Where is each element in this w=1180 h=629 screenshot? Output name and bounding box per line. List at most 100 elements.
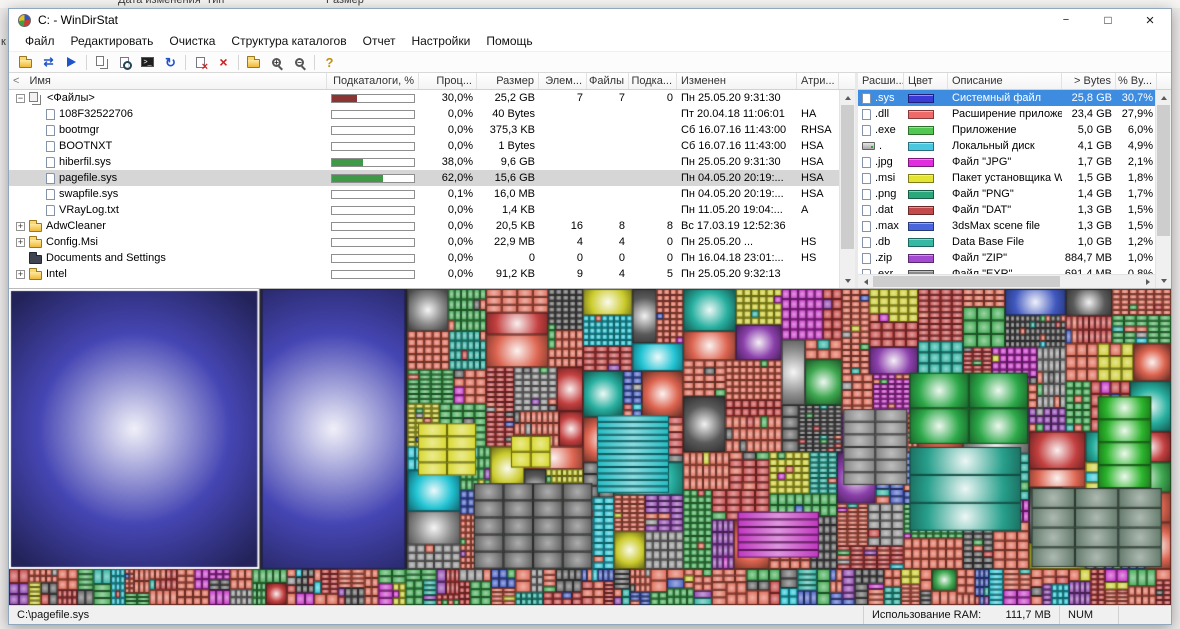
extension-row[interactable]: . Локальный диск 4,1 GB 4,9% [858,138,1171,154]
cell-subdirs: 0 [629,234,677,250]
extension-horizontal-scrollbar[interactable] [858,274,1155,288]
column-header-bar[interactable]: Подкаталоги, % [327,73,419,89]
extension-vertical-scrollbar[interactable] [1155,90,1171,288]
directory-row[interactable]: bootmgr 0,0% 375,3 KB Сб 16.07.16 11:43:00 R… [9,122,855,138]
scroll-track[interactable] [840,105,855,273]
cell-pct: 0,0% [419,250,477,266]
titlebar[interactable]: C: - WinDirStat − □ × [9,9,1171,31]
directory-row[interactable]: 108F32522706 0,0% 40 Bytes Пт 20.04.18 11:0… [9,106,855,122]
column-header-color[interactable]: Цвет [904,73,948,89]
cell-pct: 38,0% [419,154,477,170]
open-folder-button[interactable] [14,52,37,72]
scroll-thumb[interactable] [841,105,854,250]
delete-to-recycle-bin-button[interactable] [189,52,212,73]
column-header-pct[interactable]: % By... [1116,73,1157,89]
scroll-up-button[interactable] [840,90,855,105]
extension-row[interactable]: .db Data Base File 1,0 GB 1,2% [858,234,1171,250]
column-header-size[interactable]: Размер [477,73,539,89]
extension-row[interactable]: .dll Расширение приложения 23,4 GB 27,9% [858,106,1171,122]
help-button[interactable]: ? [318,52,341,72]
extension-row[interactable]: .exe Приложение 5,0 GB 6,0% [858,122,1171,138]
zoom-out-button[interactable]: − [288,52,311,72]
expand-icon[interactable]: + [16,269,25,279]
command-prompt-here-button[interactable] [136,52,159,72]
extension-name: .zip [875,252,893,264]
cell-items: 16 [539,218,587,234]
cell-attr: HA [797,106,839,122]
cell-pct: 1,7% [1116,186,1157,202]
minimize-button[interactable]: − [1045,9,1087,31]
cell-value: Пн 11.05.20 19:04:... [681,204,783,216]
column-header-files[interactable]: Файлы [587,73,629,89]
directory-row[interactable]: VRayLog.txt 0,0% 1,4 KB Пн 11.05.20 19:04:.… [9,202,855,218]
column-header-subdirs[interactable]: Подка... [629,73,677,89]
extension-row[interactable]: .dat Файл "DAT" 1,3 GB 1,5% [858,202,1171,218]
directory-row[interactable]: + AdwCleaner 0,0% 20,5 KB 16 8 8 Вс 17.03.19 12… [9,218,855,234]
refresh-all-button[interactable]: ⇄ [37,52,60,72]
file-type-icon [862,236,871,248]
directory-row[interactable]: hiberfil.sys 38,0% 9,6 GB Пн 25.05.20 9:31:… [9,154,855,170]
scroll-thumb[interactable] [1157,105,1170,237]
directory-row[interactable]: + Intel 0,0% 91,2 KB 9 4 5 Пн 25.05.20 9:32:13 [9,266,855,282]
scroll-right-button[interactable] [1140,275,1155,289]
directory-row[interactable]: + Config.Msi 0,0% 22,9 MB 4 4 0 Пн 25.05.20 ...… [9,234,855,250]
column-header-pct[interactable]: Проц... [419,73,477,89]
extension-row[interactable]: .sys Системный файл 25,8 GB 30,7% [858,90,1171,106]
column-header-name[interactable]: < Имя [9,73,327,89]
menu-item-4[interactable]: Отчет [355,32,404,50]
expand-icon[interactable]: + [16,237,25,247]
column-header-attr[interactable]: Атри... [797,73,839,89]
extension-row[interactable]: .png Файл "PNG" 1,4 GB 1,7% [858,186,1171,202]
explorer-here-button[interactable] [242,52,265,72]
refresh-selected-button[interactable]: ↻ [159,52,182,72]
menu-item-3[interactable]: Структура каталогов [223,32,354,50]
directory-row[interactable]: BOOTNXT 0,0% 1 Bytes Сб 16.07.16 11:43:00 HS… [9,138,855,154]
column-header-changed[interactable]: Изменен [677,73,797,89]
column-header-items[interactable]: Элем... [539,73,587,89]
directory-vertical-scrollbar[interactable] [839,90,855,288]
directory-row[interactable]: pagefile.sys 62,0% 15,6 GB Пн 04.05.20 20:1… [9,170,855,186]
delete-permanently-button[interactable]: × [212,52,235,72]
scroll-down-button[interactable] [1156,273,1171,288]
directory-row[interactable]: swapfile.sys 0,1% 16,0 MB Пн 04.05.20 20:19… [9,186,855,202]
scroll-down-button[interactable] [840,273,855,288]
scroll-up-button[interactable] [1156,90,1171,105]
copy-path-button[interactable] [90,52,113,72]
menu-item-2[interactable]: Очистка [161,32,223,50]
cell-items: 0 [539,250,587,266]
resume-scan-button[interactable] [60,52,83,72]
collapse-icon[interactable]: − [16,93,25,103]
expand-icon[interactable]: + [16,221,25,231]
menu-item-0[interactable]: Файл [17,32,63,50]
maximize-button[interactable]: □ [1087,9,1129,31]
cell-value: 4 [618,268,625,280]
scroll-thumb[interactable] [873,276,1060,287]
cell-color [904,218,948,234]
scroll-track[interactable] [1156,105,1171,273]
cell-changed: Сб 16.07.16 11:43:00 [677,122,797,138]
extension-row[interactable]: .zip Файл "ZIP" 884,7 MB 1,0% [858,250,1171,266]
treemap-canvas[interactable] [9,289,1171,605]
column-header-desc[interactable]: Описание [948,73,1062,89]
zoom-in-button[interactable]: + [265,52,288,72]
scroll-left-button[interactable] [858,275,873,289]
column-header-label: Размер [496,75,534,87]
menu-item-5[interactable]: Настройки [403,32,478,50]
cell-color [904,202,948,218]
close-button[interactable]: × [1129,9,1171,31]
open-item-button[interactable] [113,52,136,72]
extension-row[interactable]: .jpg Файл "JPG" 1,7 GB 2,1% [858,154,1171,170]
menu-item-6[interactable]: Помощь [478,32,540,50]
cell-value: 375,3 KB [489,124,535,136]
column-header-bytes[interactable]: > Bytes [1062,73,1116,89]
column-header-ext[interactable]: Расши... [858,73,904,89]
extension-row[interactable]: .msi Пакет установщика Windo... 1,5 GB 1,8% [858,170,1171,186]
extension-row[interactable]: .max 3dsMax scene file 1,3 GB 1,5% [858,218,1171,234]
column-header-label: Подкаталоги, % [333,75,414,87]
directory-row[interactable]: − <Файлы> 30,0% 25,2 GB 7 7 0 Пн 25.05.20 9:31:… [9,90,855,106]
menu-item-1[interactable]: Редактировать [63,32,162,50]
cell-items: 9 [539,266,587,282]
directory-row[interactable]: Documents and Settings 0,0% 0 0 0 0 Пн 16.04.1… [9,250,855,266]
scroll-track[interactable] [873,275,1140,288]
